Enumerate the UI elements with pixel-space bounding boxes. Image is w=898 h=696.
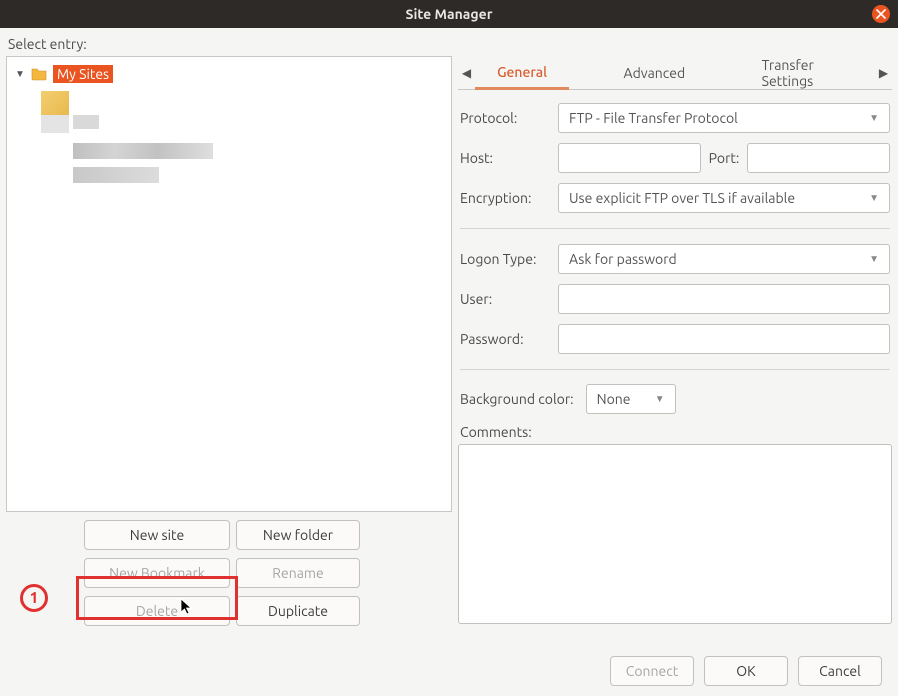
connect-button[interactable]: Connect xyxy=(610,656,694,686)
logon-type-select[interactable]: Ask for password ▼ xyxy=(558,244,890,274)
user-input[interactable] xyxy=(558,284,890,314)
divider xyxy=(460,369,890,370)
cancel-label: Cancel xyxy=(819,663,861,679)
port-label: Port: xyxy=(709,150,740,166)
tree-item-label: My Sites xyxy=(53,65,113,83)
left-button-grid: New site New folder New Bookmark Rename … xyxy=(6,520,452,626)
comments-textarea[interactable] xyxy=(458,444,892,624)
cancel-button[interactable]: Cancel xyxy=(798,656,882,686)
folder-icon xyxy=(31,66,47,82)
chevron-down-icon: ▼ xyxy=(869,192,879,204)
connect-label: Connect xyxy=(626,663,679,679)
tab-arrow-left[interactable]: ◀ xyxy=(458,66,475,80)
host-label: Host: xyxy=(460,150,550,166)
new-site-label: New site xyxy=(130,527,184,543)
rename-label: Rename xyxy=(272,565,323,581)
password-label: Password: xyxy=(460,331,550,347)
tab-general[interactable]: General xyxy=(475,56,569,90)
new-folder-button[interactable]: New folder xyxy=(236,520,360,550)
footer-buttons: Connect OK Cancel xyxy=(6,646,892,686)
encryption-select[interactable]: Use explicit FTP over TLS if available ▼ xyxy=(558,183,890,213)
protocol-value: FTP - File Transfer Protocol xyxy=(569,110,738,126)
rename-button[interactable]: Rename xyxy=(236,558,360,588)
delete-button[interactable]: Delete xyxy=(84,596,230,626)
tab-arrow-right[interactable]: ▶ xyxy=(875,66,892,80)
chevron-down-icon: ▼ xyxy=(869,112,879,124)
duplicate-button[interactable]: Duplicate xyxy=(236,596,360,626)
password-input[interactable] xyxy=(558,324,890,354)
user-label: User: xyxy=(460,291,550,307)
tabstrip: ◀ General Advanced Transfer Settings ▶ xyxy=(458,56,892,90)
right-column: ◀ General Advanced Transfer Settings ▶ P… xyxy=(458,56,892,646)
new-site-button[interactable]: New site xyxy=(84,520,230,550)
protocol-select[interactable]: FTP - File Transfer Protocol ▼ xyxy=(558,103,890,133)
new-bookmark-button[interactable]: New Bookmark xyxy=(84,558,230,588)
chevron-down-icon[interactable]: ▼ xyxy=(15,68,25,80)
encryption-value: Use explicit FTP over TLS if available xyxy=(569,190,795,206)
chevron-down-icon: ▼ xyxy=(655,393,665,405)
titlebar: Site Manager xyxy=(0,0,898,28)
ok-label: OK xyxy=(736,663,755,679)
tab-advanced[interactable]: Advanced xyxy=(602,56,708,90)
logon-type-label: Logon Type: xyxy=(460,251,550,267)
duplicate-label: Duplicate xyxy=(268,603,328,619)
site-tree[interactable]: ▼ My Sites xyxy=(6,56,452,512)
new-bookmark-label: New Bookmark xyxy=(109,565,205,581)
close-icon xyxy=(876,9,886,19)
bg-color-value: None xyxy=(597,391,631,407)
bg-color-select[interactable]: None ▼ xyxy=(586,384,676,414)
main-row: ▼ My Sites New site New folder New xyxy=(6,56,892,646)
comments-label: Comments: xyxy=(458,418,892,444)
tree-item-my-sites[interactable]: ▼ My Sites xyxy=(7,63,451,85)
delete-label: Delete xyxy=(136,603,178,619)
host-input[interactable] xyxy=(558,143,701,173)
window-title: Site Manager xyxy=(406,6,493,22)
chevron-down-icon: ▼ xyxy=(869,253,879,265)
annotation-step-1: 1 xyxy=(20,584,48,612)
select-entry-label: Select entry: xyxy=(6,34,892,56)
port-input[interactable] xyxy=(747,143,890,173)
divider xyxy=(460,228,890,229)
logon-type-value: Ask for password xyxy=(569,251,677,267)
dialog-body: Select entry: ▼ My Sites xyxy=(0,28,898,692)
ok-button[interactable]: OK xyxy=(704,656,788,686)
left-column: ▼ My Sites New site New folder New xyxy=(6,56,452,646)
protocol-label: Protocol: xyxy=(460,110,550,126)
general-tab-panel: Protocol: FTP - File Transfer Protocol ▼… xyxy=(458,90,892,624)
pixelated-entries xyxy=(41,91,451,191)
tab-transfer-settings[interactable]: Transfer Settings xyxy=(740,56,875,90)
encryption-label: Encryption: xyxy=(460,190,550,206)
close-button[interactable] xyxy=(872,5,890,23)
new-folder-label: New folder xyxy=(263,527,333,543)
bg-color-label: Background color: xyxy=(460,391,574,407)
